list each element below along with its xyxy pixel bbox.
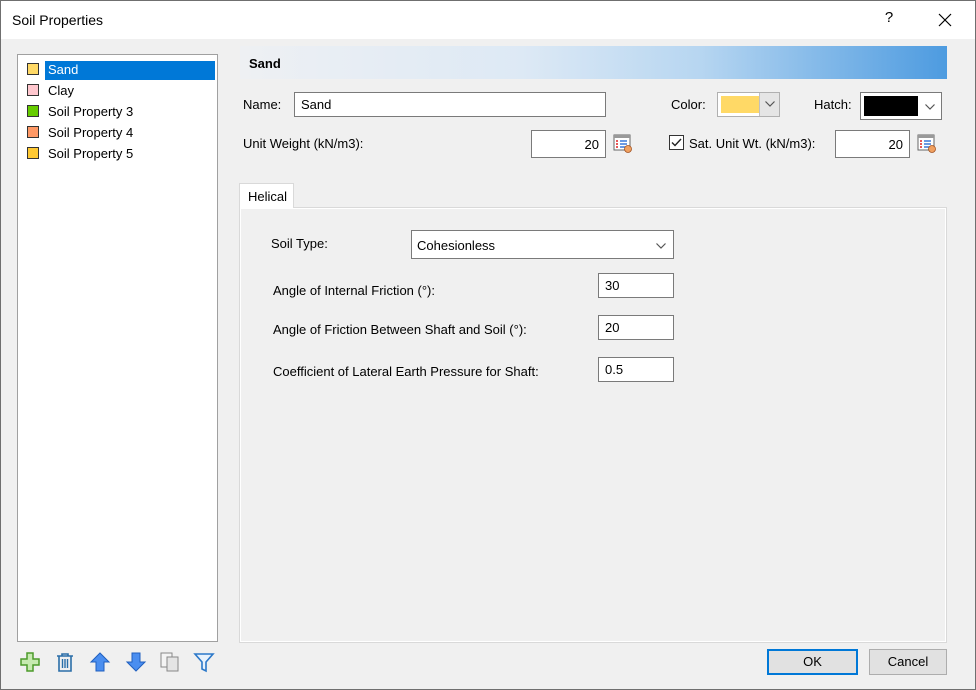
chevron-down-icon [765,101,775,107]
hatch-label: Hatch: [814,97,852,112]
move-down-button[interactable] [125,651,147,673]
item-label: Soil Property 3 [48,104,134,119]
sat-unit-wt-input[interactable] [835,130,910,158]
checkmark-icon [671,138,682,147]
add-icon [20,652,40,672]
move-up-button[interactable] [89,651,111,673]
unit-weight-input[interactable] [531,130,606,158]
item-label: Soil Property 4 [48,125,134,140]
list-item[interactable]: Sand [24,59,215,80]
title-bar: Soil Properties ? [1,1,975,39]
tab-label: Helical [248,189,288,204]
list-item[interactable]: Soil Property 3 [24,101,214,121]
tab-helical[interactable]: Helical [239,183,294,208]
header-band: Sand [240,46,947,79]
sat-unit-wt-label: Sat. Unit Wt. (kN/m3): [689,136,816,151]
name-label: Name: [243,97,282,112]
close-icon [938,13,952,27]
soil-color-swatch [27,147,39,159]
move-up-icon [89,652,111,672]
color-swatch [721,96,759,113]
table-pick-icon [917,134,936,153]
soil-color-swatch [27,84,39,96]
soil-type-value: Cohesionless [417,238,496,253]
hatch-dropdown[interactable] [860,92,942,120]
color-dropdown[interactable] [717,92,780,117]
unit-weight-label: Unit Weight (kN/m3): [243,136,364,151]
lateral-coeff-input[interactable] [598,357,674,382]
move-down-icon [125,652,147,672]
soil-list[interactable]: Sand Clay Soil Property 3 Soil Property … [17,54,218,642]
soil-color-swatch [27,105,39,117]
list-item[interactable]: Clay [24,80,214,100]
unit-weight-picker-button[interactable] [613,134,633,154]
cancel-button[interactable]: Cancel [869,649,947,675]
item-label: Soil Property 5 [48,146,134,161]
name-input[interactable] [294,92,606,117]
sat-unit-wt-picker-button[interactable] [917,134,937,154]
list-item[interactable]: Soil Property 5 [24,143,214,163]
dialog-title: Soil Properties [12,12,104,28]
friction-angle-input[interactable] [598,273,674,298]
soil-type-label: Soil Type: [271,236,328,251]
chevron-down-icon [656,243,666,249]
chevron-down-icon [925,104,935,110]
help-button[interactable]: ? [879,9,899,31]
lateral-coeff-label: Coefficient of Lateral Earth Pressure fo… [273,364,539,379]
item-label: Sand [45,61,215,80]
item-label: Clay [48,83,75,98]
soil-color-swatch [27,63,39,75]
color-label: Color: [671,97,706,112]
header-title: Sand [249,56,281,71]
soil-properties-dialog: Soil Properties ? Sand Clay Soil Propert… [0,0,976,690]
delete-icon [57,653,73,672]
soil-color-swatch [27,126,39,138]
soil-type-select[interactable]: Cohesionless [411,230,674,259]
friction-angle-label: Angle of Internal Friction (°): [273,283,435,298]
filter-button[interactable] [193,651,215,673]
shaft-friction-input[interactable] [598,315,674,340]
helical-tab-panel [239,207,947,643]
sat-unit-wt-checkbox[interactable] [669,135,684,150]
shaft-friction-label: Angle of Friction Between Shaft and Soil… [273,322,527,337]
hatch-swatch [864,96,918,116]
ok-button[interactable]: OK [767,649,858,675]
copy-icon [160,652,179,672]
table-pick-icon [613,134,632,153]
add-button[interactable] [19,651,41,673]
copy-button[interactable] [159,651,181,673]
close-button[interactable] [931,7,959,33]
list-item[interactable]: Soil Property 4 [24,122,214,142]
filter-icon [193,653,215,673]
color-dropdown-arrow[interactable] [759,93,779,116]
delete-button[interactable] [54,651,76,673]
